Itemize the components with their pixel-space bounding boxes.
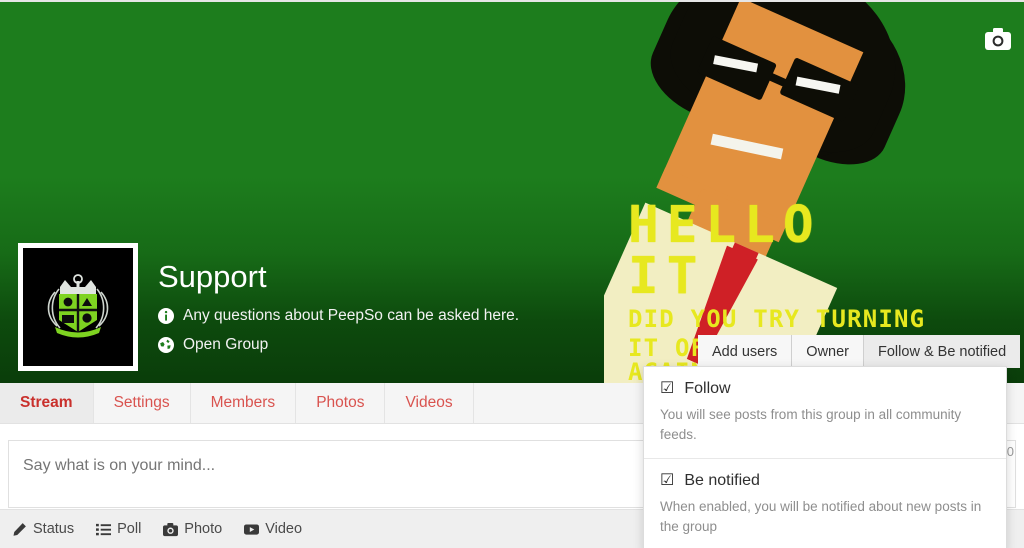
follow-checkbox[interactable]: ☑ — [660, 381, 674, 397]
dropdown-follow-label: Follow — [684, 380, 731, 397]
follow-be-notified-button[interactable]: Follow & Be notified — [864, 335, 1021, 368]
group-description: Any questions about PeepSo can be asked … — [183, 307, 520, 325]
group-action-buttons: Add users Owner Follow & Be notified — [698, 335, 1021, 368]
dropdown-item-follow[interactable]: ☑ Follow You will see posts from this gr… — [644, 367, 1006, 458]
group-identity: Support Any questions about PeepSo can b… — [158, 259, 519, 354]
dropdown-follow-description: You will see posts from this group in al… — [660, 407, 962, 442]
compose-photo-button[interactable]: Photo — [163, 521, 222, 537]
dropdown-follow-header[interactable]: ☑ Follow — [660, 380, 990, 398]
cover-caption-line-2: DID YOU TRY TURNING — [628, 305, 926, 333]
dropdown-be-notified-header[interactable]: ☑ Be notified — [660, 472, 990, 490]
compose-video-label: Video — [265, 521, 303, 537]
group-crest-logo — [47, 274, 109, 338]
follow-notify-dropdown: ☑ Follow You will see posts from this gr… — [643, 366, 1007, 548]
pencil-icon — [13, 522, 26, 536]
change-cover-photo-icon[interactable] — [985, 28, 1011, 50]
tab-members[interactable]: Members — [191, 383, 297, 423]
compose-poll-button[interactable]: Poll — [96, 521, 141, 537]
video-play-icon — [244, 523, 260, 535]
tab-stream[interactable]: Stream — [0, 383, 94, 423]
compose-status-label: Status — [33, 521, 75, 537]
compose-photo-label: Photo — [184, 521, 223, 537]
compose-video-button[interactable]: Video — [244, 521, 302, 537]
info-circle-icon — [158, 308, 174, 325]
owner-button[interactable]: Owner — [792, 335, 865, 368]
camera-icon — [163, 522, 179, 536]
tab-photos[interactable]: Photos — [296, 383, 386, 423]
dropdown-item-be-notified[interactable]: ☑ Be notified When enabled, you will be … — [644, 458, 1006, 548]
group-privacy-row: Open Group — [158, 336, 519, 354]
tab-settings[interactable]: Settings — [94, 383, 191, 423]
group-avatar[interactable] — [18, 243, 138, 371]
add-users-button[interactable]: Add users — [698, 335, 793, 368]
dropdown-be-notified-description: When enabled, you will be notified about… — [660, 499, 982, 534]
group-privacy: Open Group — [183, 336, 269, 354]
dropdown-be-notified-label: Be notified — [684, 472, 760, 490]
compose-status-button[interactable]: Status — [12, 521, 74, 537]
compose-poll-label: Poll — [117, 521, 142, 537]
group-page: HELLO IT DID YOU TRY TURNING IT OFF AND … — [0, 0, 1024, 548]
tab-videos[interactable]: Videos — [385, 383, 474, 423]
avatar-image — [23, 248, 133, 366]
be-notified-checkbox[interactable]: ☑ — [660, 473, 674, 489]
globe-icon — [158, 337, 174, 354]
cover-caption-line-1: HELLO IT — [628, 196, 822, 306]
group-name: Support — [158, 259, 267, 294]
list-icon — [96, 523, 112, 535]
group-description-row: Any questions about PeepSo can be asked … — [158, 307, 519, 325]
